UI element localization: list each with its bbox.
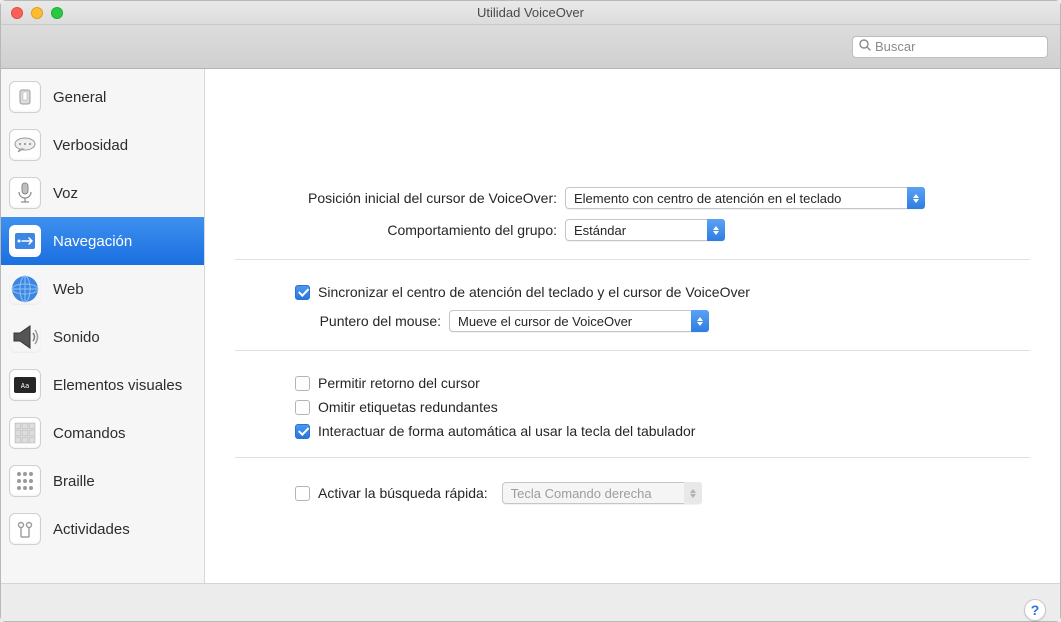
mouse-pointer-label: Puntero del mouse: [235, 313, 449, 329]
navigation-icon [9, 225, 41, 257]
web-icon [9, 273, 41, 305]
sync-focus-label: Sincronizar el centro de atención del te… [318, 284, 750, 300]
initial-cursor-label: Posición inicial del cursor de VoiceOver… [235, 190, 565, 206]
popup-arrows-icon [907, 187, 925, 209]
quick-search-popup: Tecla Comando derecha [502, 482, 702, 504]
help-icon-label: ? [1031, 602, 1040, 618]
sidebar-item-sound[interactable]: Sonido [1, 313, 204, 361]
sidebar-item-commands[interactable]: Comandos [1, 409, 204, 457]
sidebar-item-general[interactable]: General [1, 73, 204, 121]
titlebar: Utilidad VoiceOver [1, 1, 1060, 25]
visuals-icon: Aa [9, 369, 41, 401]
general-icon [9, 81, 41, 113]
sidebar-item-label: Elementos visuales [53, 377, 182, 394]
allow-cursor-return-label: Permitir retorno del cursor [318, 375, 480, 391]
quick-search-row[interactable]: Activar la búsqueda rápida: Tecla Comand… [235, 482, 1030, 504]
window-controls [1, 7, 63, 19]
sidebar-item-braille[interactable]: Braille [1, 457, 204, 505]
sidebar-item-label: Braille [53, 473, 95, 490]
sidebar-item-label: Actividades [53, 521, 130, 538]
minimize-window-button[interactable] [31, 7, 43, 19]
sync-focus-checkbox-row[interactable]: Sincronizar el centro de atención del te… [235, 284, 1030, 300]
group-behavior-popup[interactable]: Estándar [565, 219, 725, 241]
sidebar-item-speech[interactable]: Voz [1, 169, 204, 217]
allow-cursor-return-checkbox[interactable] [295, 376, 310, 391]
activities-icon [9, 513, 41, 545]
popup-arrows-icon [684, 482, 702, 504]
window-title: Utilidad VoiceOver [1, 5, 1060, 20]
search-input[interactable] [875, 39, 1041, 54]
interact-tab-label: Interactuar de forma automática al usar … [318, 423, 695, 439]
toolbar [1, 25, 1060, 69]
sidebar-item-activities[interactable]: Actividades [1, 505, 204, 553]
sidebar-item-label: Verbosidad [53, 137, 128, 154]
mouse-pointer-popup[interactable]: Mueve el cursor de VoiceOver [449, 310, 709, 332]
sidebar-item-label: Navegación [53, 233, 132, 250]
close-window-button[interactable] [11, 7, 23, 19]
speech-icon [9, 177, 41, 209]
sidebar-item-label: Web [53, 281, 84, 298]
sidebar-item-label: Sonido [53, 329, 100, 346]
sidebar-item-label: Voz [53, 185, 78, 202]
sound-icon [9, 321, 41, 353]
interact-tab-checkbox[interactable] [295, 424, 310, 439]
allow-cursor-return-row[interactable]: Permitir retorno del cursor [235, 375, 1030, 391]
zoom-window-button[interactable] [51, 7, 63, 19]
sidebar-item-label: Comandos [53, 425, 126, 442]
sidebar-item-visuals[interactable]: Aa Elementos visuales [1, 361, 204, 409]
interact-tab-row[interactable]: Interactuar de forma automática al usar … [235, 423, 1030, 439]
main-panel: Posición inicial del cursor de VoiceOver… [205, 69, 1060, 583]
mouse-pointer-value: Mueve el cursor de VoiceOver [458, 314, 640, 329]
braille-icon [9, 465, 41, 497]
group-behavior-label: Comportamiento del grupo: [235, 222, 565, 238]
sidebar-item-verbosity[interactable]: Verbosidad [1, 121, 204, 169]
initial-cursor-popup[interactable]: Elemento con centro de atención en el te… [565, 187, 925, 209]
group-behavior-value: Estándar [574, 223, 634, 238]
sidebar: General Verbosidad Voz Navegación Web [1, 69, 205, 583]
search-icon [859, 39, 871, 54]
commands-icon [9, 417, 41, 449]
popup-arrows-icon [707, 219, 725, 241]
bottom-bar: ? [1, 583, 1060, 621]
quick-search-value: Tecla Comando derecha [511, 486, 660, 501]
skip-redundant-row[interactable]: Omitir etiquetas redundantes [235, 399, 1030, 415]
initial-cursor-value: Elemento con centro de atención en el te… [574, 191, 849, 206]
popup-arrows-icon [691, 310, 709, 332]
sidebar-item-web[interactable]: Web [1, 265, 204, 313]
search-field-wrap[interactable] [852, 36, 1048, 58]
sync-focus-checkbox[interactable] [295, 285, 310, 300]
verbosity-icon [9, 129, 41, 161]
skip-redundant-label: Omitir etiquetas redundantes [318, 399, 498, 415]
sidebar-item-label: General [53, 89, 106, 106]
quick-search-label: Activar la búsqueda rápida: [318, 485, 488, 501]
svg-text:Aa: Aa [21, 382, 29, 390]
help-button[interactable]: ? [1024, 599, 1046, 621]
quick-search-checkbox[interactable] [295, 486, 310, 501]
sidebar-item-navigation[interactable]: Navegación [1, 217, 204, 265]
skip-redundant-checkbox[interactable] [295, 400, 310, 415]
